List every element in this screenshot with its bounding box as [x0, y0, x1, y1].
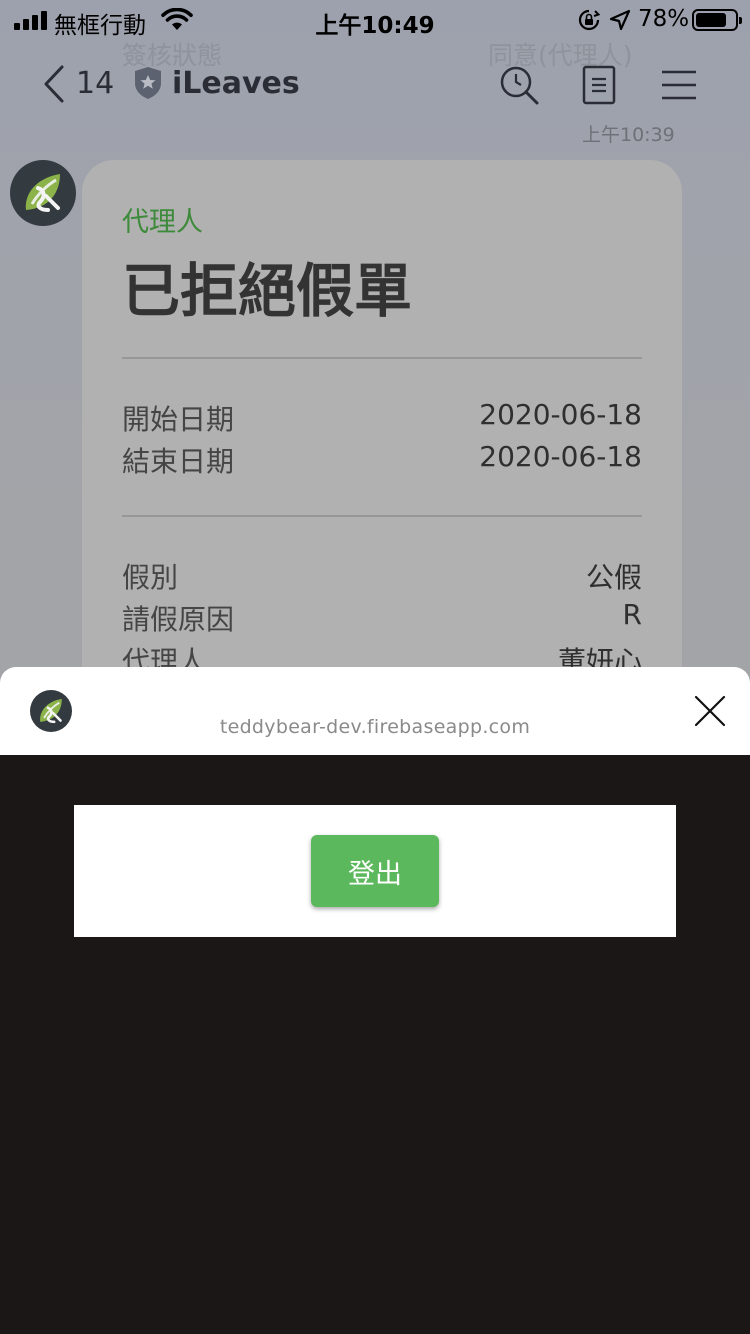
- location-arrow-icon: [609, 9, 631, 31]
- status-bar: 無框行動 上午10:49 78%: [0, 0, 750, 40]
- detail-row-reason: 請假原因 R: [122, 598, 642, 636]
- chat-nav-bar: 14 iLeaves: [0, 52, 750, 118]
- card-title: 已拒絕假單: [122, 257, 413, 325]
- webview-domain: teddybear-dev.firebaseapp.com: [219, 716, 531, 738]
- menu-icon[interactable]: [658, 64, 700, 106]
- divider: [122, 357, 642, 359]
- back-chevron-icon[interactable]: [40, 64, 70, 104]
- logout-button[interactable]: 登出: [311, 835, 439, 907]
- leave-card: 代理人 已拒絕假單 開始日期 2020-06-18 結束日期 2020-06-1…: [82, 160, 682, 690]
- battery-percent: 78%: [638, 6, 690, 32]
- card-role-label: 代理人: [122, 207, 203, 238]
- date-row-end: 結束日期 2020-06-18: [122, 440, 642, 478]
- app-logo-icon[interactable]: [10, 160, 76, 226]
- chat-background: 無框行動 上午10:49 78% 簽核狀態 同意(代理人) 14 iLeaves…: [0, 0, 750, 690]
- search-icon[interactable]: [498, 64, 540, 106]
- message-timestamp: 上午10:39: [582, 124, 675, 146]
- shield-badge-icon: [135, 67, 161, 99]
- divider: [122, 515, 642, 517]
- orientation-lock-icon: [578, 9, 600, 31]
- detail-row-leave-type: 假別 公假: [122, 561, 642, 594]
- close-icon[interactable]: [690, 691, 730, 731]
- logout-panel: 登出: [74, 805, 676, 937]
- webview-header: teddybear-dev.firebaseapp.com: [0, 667, 750, 755]
- webview-content: 登出: [0, 755, 750, 1334]
- battery-icon: [692, 9, 742, 31]
- unread-count[interactable]: 14: [76, 66, 114, 101]
- chat-title: iLeaves: [172, 66, 300, 101]
- date-row-start: 開始日期 2020-06-18: [122, 398, 642, 436]
- notes-icon[interactable]: [578, 64, 620, 106]
